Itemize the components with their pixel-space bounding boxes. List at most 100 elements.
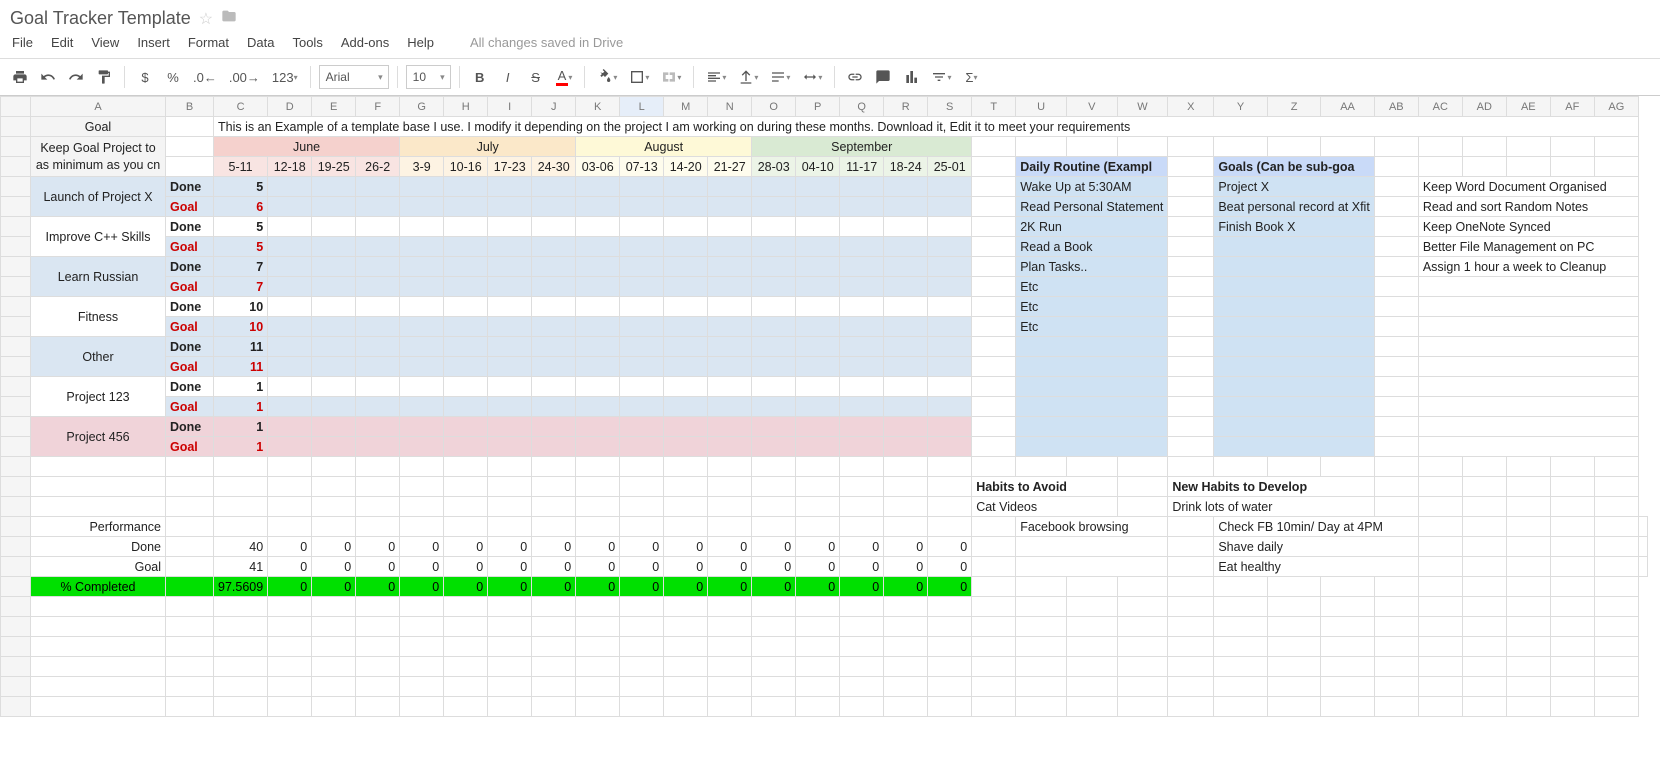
horizontal-align-icon[interactable] [702,63,730,91]
col-header-C[interactable]: C [214,97,268,117]
text-rotation-icon[interactable] [798,63,826,91]
week-11-17[interactable]: 11-17 [840,157,884,177]
month-september[interactable]: September [752,137,972,157]
week-21-27[interactable]: 21-27 [708,157,752,177]
merge-cells-icon[interactable] [657,63,685,91]
menu-tools[interactable]: Tools [292,35,322,50]
undo-icon[interactable] [36,63,60,91]
week-07-13[interactable]: 07-13 [620,157,664,177]
performance-label[interactable]: Performance [31,517,166,537]
decrease-decimal-icon[interactable]: .0← [189,63,221,91]
habit-new-item[interactable]: Eat healthy [1214,557,1418,577]
week-04-10[interactable]: 04-10 [796,157,840,177]
org-item[interactable]: Assign 1 hour a week to Cleanup [1418,257,1638,277]
col-header-Z[interactable]: Z [1267,97,1320,117]
habits-new-header[interactable]: New Habits to Develop [1168,477,1374,497]
col-header-D[interactable]: D [268,97,312,117]
col-header-X[interactable]: X [1168,97,1214,117]
col-header-Y[interactable]: Y [1214,97,1267,117]
routine-item[interactable] [1016,377,1168,397]
side-goal-item[interactable] [1214,277,1374,297]
strikethrough-icon[interactable]: S [524,63,548,91]
side-goal-item[interactable] [1214,317,1374,337]
col-header-O[interactable]: O [752,97,796,117]
side-goal-item[interactable] [1214,397,1374,417]
row-label[interactable]: Done [166,297,214,317]
row-value[interactable]: 1 [214,377,268,397]
borders-icon[interactable] [625,63,653,91]
org-item[interactable] [1418,317,1638,337]
org-item[interactable]: Better File Management on PC [1418,237,1638,257]
row-value[interactable]: 7 [214,277,268,297]
row-value[interactable]: 5 [214,237,268,257]
col-header-AE[interactable]: AE [1506,97,1550,117]
routine-item[interactable]: Plan Tasks.. [1016,257,1168,277]
menu-insert[interactable]: Insert [137,35,170,50]
font-size-select[interactable]: 10 [406,65,451,89]
row-value[interactable]: 1 [214,437,268,457]
habit-new-item[interactable]: Drink lots of water [1168,497,1374,517]
row-value[interactable]: 6 [214,197,268,217]
week-25-01[interactable]: 25-01 [928,157,972,177]
org-item[interactable]: Keep OneNote Synced [1418,217,1638,237]
goal-name[interactable]: Learn Russian [31,257,166,297]
increase-decimal-icon[interactable]: .00→ [225,63,264,91]
goal-subtitle[interactable]: Keep Goal Project to as minimum as you c… [31,137,166,177]
routine-item[interactable] [1016,337,1168,357]
routine-item[interactable]: Etc [1016,277,1168,297]
side-goal-item[interactable]: Finish Book X [1214,217,1374,237]
col-header-N[interactable]: N [708,97,752,117]
routine-item[interactable] [1016,357,1168,377]
vertical-align-icon[interactable] [734,63,762,91]
filter-icon[interactable] [927,63,955,91]
menu-edit[interactable]: Edit [51,35,73,50]
week-18-24[interactable]: 18-24 [884,157,928,177]
row-label[interactable]: Done [166,417,214,437]
menu-file[interactable]: File [12,35,33,50]
habits-avoid-header[interactable]: Habits to Avoid [972,477,1117,497]
routine-item[interactable]: Etc [1016,297,1168,317]
col-header-I[interactable]: I [488,97,532,117]
paint-format-icon[interactable] [92,63,116,91]
percent-completed-label[interactable]: % Completed [31,577,166,597]
row-value[interactable]: 10 [214,297,268,317]
side-goal-item[interactable] [1214,237,1374,257]
menu-view[interactable]: View [91,35,119,50]
org-item[interactable] [1418,297,1638,317]
folder-icon[interactable] [221,8,237,29]
daily-routine-header[interactable]: Daily Routine (Exampl [1016,157,1168,177]
col-header-AA[interactable]: AA [1321,97,1375,117]
org-item[interactable]: Read and sort Random Notes [1418,197,1638,217]
week-26-2[interactable]: 26-2 [356,157,400,177]
col-header-U[interactable]: U [1016,97,1067,117]
row-value[interactable]: 5 [214,177,268,197]
goals-header[interactable]: Goals (Can be sub-goa [1214,157,1374,177]
row-label[interactable]: Goal [166,397,214,417]
habit-avoid-item[interactable]: Facebook browsing [1016,517,1168,537]
row-label[interactable]: Goal [166,437,214,457]
week-24-30[interactable]: 24-30 [532,157,576,177]
bold-icon[interactable]: B [468,63,492,91]
week-28-03[interactable]: 28-03 [752,157,796,177]
functions-icon[interactable]: Σ [959,63,983,91]
row-value[interactable]: 11 [214,357,268,377]
week-12-18[interactable]: 12-18 [268,157,312,177]
routine-item[interactable] [1016,437,1168,457]
col-header-F[interactable]: F [356,97,400,117]
org-item[interactable] [1418,277,1638,297]
habit-new-item[interactable]: Check FB 10min/ Day at 4PM [1214,517,1418,537]
col-header-V[interactable]: V [1066,97,1117,117]
week-19-25[interactable]: 19-25 [312,157,356,177]
col-header-L[interactable]: L [620,97,664,117]
org-item[interactable] [1418,337,1638,357]
row-label[interactable]: Done [166,217,214,237]
redo-icon[interactable] [64,63,88,91]
side-goal-item[interactable] [1214,437,1374,457]
row-value[interactable]: 1 [214,397,268,417]
row-label[interactable]: Done [166,257,214,277]
org-item[interactable] [1418,377,1638,397]
col-header-T[interactable]: T [972,97,1016,117]
col-header-AF[interactable]: AF [1550,97,1594,117]
col-header-S[interactable]: S [928,97,972,117]
routine-item[interactable]: Etc [1016,317,1168,337]
